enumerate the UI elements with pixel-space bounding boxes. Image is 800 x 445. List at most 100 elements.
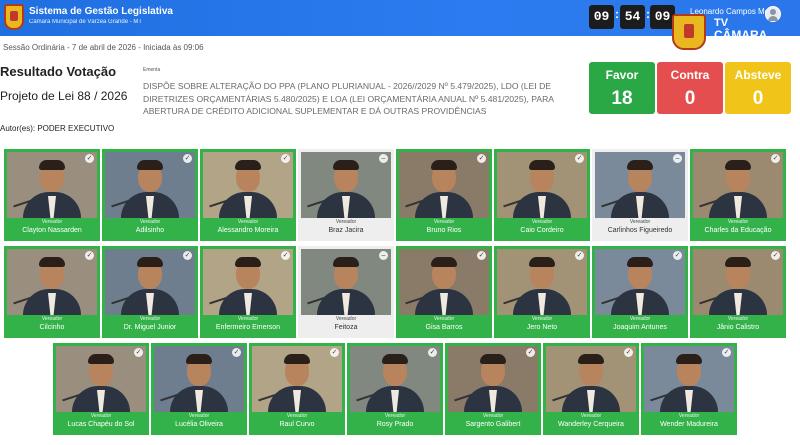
councilor-photo: ✓ <box>546 346 636 412</box>
councilor-card[interactable]: ✓ Vereador Lucélia Oliveira <box>151 343 247 435</box>
councilor-name: Sargento Galibert <box>465 421 521 428</box>
councilor-role: Vereador <box>433 316 455 322</box>
thumbs-up-icon: ✓ <box>477 251 486 260</box>
councilor-photo: ✓ <box>693 249 783 315</box>
councilor-card[interactable]: – Vereador Carlinhos Figueiredo <box>592 149 688 241</box>
councilor-photo: ✓ <box>7 152 97 218</box>
thumbs-up-icon: ✓ <box>771 154 780 163</box>
councilor-name: Charles da Educação <box>704 227 772 234</box>
councilor-card[interactable]: ✓ Vereador Wanderley Cerqueira <box>543 343 639 435</box>
tally-contra: Contra 0 <box>657 62 723 114</box>
councilor-card[interactable]: ✓ Vereador Enfermeiro Emerson <box>200 246 296 338</box>
councilor-name: Alessandro Moreira <box>217 227 279 234</box>
councilor-card[interactable]: ✓ Vereador Lucas Chapéu do Sol <box>53 343 149 435</box>
councilor-label: Vereador Enfermeiro Emerson <box>203 315 293 335</box>
councilor-label: Vereador Feitoza <box>301 315 391 335</box>
councilor-role: Vereador <box>237 219 259 225</box>
tv-logo-line2: CÂMARA <box>714 28 768 42</box>
councilor-card[interactable]: – Vereador Braz Jacira <box>298 149 394 241</box>
councilor-card[interactable]: ✓ Vereador Raul Curvo <box>249 343 345 435</box>
councilor-card[interactable]: ✓ Vereador Rosy Prado <box>347 343 443 435</box>
councilor-card[interactable]: ✓ Vereador Cilcinho <box>4 246 100 338</box>
tv-logo-line3: VÁRZEA GRANDE <box>714 42 775 49</box>
councilor-card[interactable]: ✓ Vereador Caio Cordeiro <box>494 149 590 241</box>
councilor-role: Vereador <box>678 413 700 419</box>
councilor-name: Adilsinho <box>135 227 165 234</box>
thumbs-up-icon: ✓ <box>183 251 192 260</box>
councilor-card[interactable]: ✓ Vereador Alessandro Moreira <box>200 149 296 241</box>
councilor-photo: ✓ <box>56 346 146 412</box>
councilor-label: Vereador Jero Neto <box>497 315 587 335</box>
councilor-name: Braz Jacira <box>328 227 364 234</box>
councilor-label: Vereador Jânio Calistro <box>693 315 783 335</box>
councilor-name: Joaquim Antunes <box>613 324 667 331</box>
councilor-card[interactable]: ✓ Vereador Clayton Nassarden <box>4 149 100 241</box>
tally-favor-count: 18 <box>611 88 633 109</box>
councilor-photo: ✓ <box>497 249 587 315</box>
councilor-label: Vereador Lucas Chapéu do Sol <box>56 412 146 432</box>
councilor-card[interactable]: – Vereador Feitoza <box>298 246 394 338</box>
councilor-role: Vereador <box>41 219 63 225</box>
councilor-name: Lucélia Oliveira <box>175 421 223 428</box>
councilor-role: Vereador <box>90 413 112 419</box>
councilor-card[interactable]: ✓ Vereador Sargento Galibert <box>445 343 541 435</box>
councilor-photo: – <box>301 152 391 218</box>
councilor-label: Vereador Carlinhos Figueiredo <box>595 218 685 238</box>
councilor-card[interactable]: ✓ Vereador Dr. Miguel Junior <box>102 246 198 338</box>
councilor-name: Dr. Miguel Junior <box>123 324 177 331</box>
councilor-label: Vereador Cilcinho <box>7 315 97 335</box>
thumbs-up-icon: ✓ <box>477 154 486 163</box>
councilor-card[interactable]: ✓ Vereador Wender Madureira <box>641 343 737 435</box>
thumbs-up-icon: ✓ <box>771 251 780 260</box>
councilor-name: Clayton Nassarden <box>22 227 82 234</box>
system-title: Sistema de Gestão Legislativa <box>29 6 173 17</box>
councilor-role: Vereador <box>384 413 406 419</box>
system-subtitle: Câmara Municipal de Várzea Grande - MT <box>29 19 143 25</box>
councilor-photo: ✓ <box>252 346 342 412</box>
councilor-name: Jânio Calistro <box>716 324 760 331</box>
thumbs-up-icon: ✓ <box>134 348 143 357</box>
councilor-card[interactable]: ✓ Vereador Jânio Calistro <box>690 246 786 338</box>
councilor-role: Vereador <box>139 316 161 322</box>
session-info: Sessão Ordinária - 7 de abril de 2026 - … <box>3 43 204 52</box>
councilor-role: Vereador <box>629 219 651 225</box>
councilor-name: Enfermeiro Emerson <box>215 324 281 331</box>
councilor-role: Vereador <box>139 219 161 225</box>
thumbs-up-icon: ✓ <box>183 154 192 163</box>
councilor-photo: ✓ <box>399 249 489 315</box>
councilor-label: Vereador Alessandro Moreira <box>203 218 293 238</box>
councilor-name: Carlinhos Figueiredo <box>607 227 673 234</box>
councilor-card[interactable]: ✓ Vereador Charles da Educação <box>690 149 786 241</box>
minus-circle-icon: – <box>379 251 388 260</box>
councilor-role: Vereador <box>531 219 553 225</box>
councilor-card[interactable]: ✓ Vereador Bruno Rios <box>396 149 492 241</box>
councilor-card[interactable]: ✓ Vereador Adilsinho <box>102 149 198 241</box>
councilor-photo: ✓ <box>644 346 734 412</box>
councilor-role: Vereador <box>482 413 504 419</box>
thumbs-up-icon: ✓ <box>85 154 94 163</box>
councilor-card[interactable]: ✓ Vereador Gisa Barros <box>396 246 492 338</box>
councilor-role: Vereador <box>286 413 308 419</box>
councilor-label: Vereador Lucélia Oliveira <box>154 412 244 432</box>
councilor-card[interactable]: ✓ Vereador Joaquim Antunes <box>592 246 688 338</box>
councilor-label: Vereador Sargento Galibert <box>448 412 538 432</box>
tally-contra-count: 0 <box>684 88 696 109</box>
thumbs-up-icon: ✓ <box>428 348 437 357</box>
councilor-label: Vereador Wanderley Cerqueira <box>546 412 636 432</box>
councilor-role: Vereador <box>580 413 602 419</box>
councilor-name: Bruno Rios <box>426 227 462 234</box>
councilor-label: Vereador Bruno Rios <box>399 218 489 238</box>
councilor-role: Vereador <box>629 316 651 322</box>
councilor-role: Vereador <box>727 316 749 322</box>
councilor-role: Vereador <box>531 316 553 322</box>
councilor-card[interactable]: ✓ Vereador Jero Neto <box>494 246 590 338</box>
councilor-name: Lucas Chapéu do Sol <box>67 421 135 428</box>
thumbs-up-icon: ✓ <box>673 251 682 260</box>
councilor-photo: ✓ <box>693 152 783 218</box>
councilor-role: Vereador <box>237 316 259 322</box>
councilor-name: Wanderley Cerqueira <box>558 421 624 428</box>
thumbs-up-icon: ✓ <box>526 348 535 357</box>
thumbs-up-icon: ✓ <box>281 251 290 260</box>
councilor-name: Wender Madureira <box>660 421 718 428</box>
chamber-crest-icon <box>4 4 24 30</box>
